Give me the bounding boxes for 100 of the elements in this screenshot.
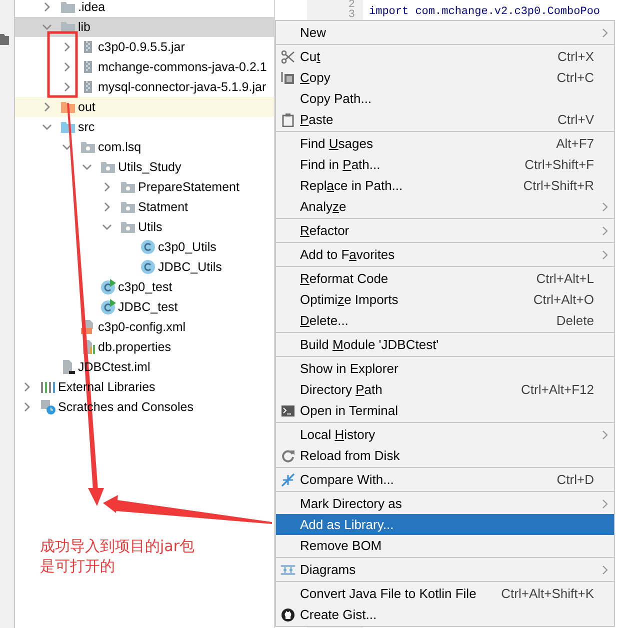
menu-item[interactable]: Convert Java File to Kotlin File Ctrl+Alt+Shift+K [276, 583, 614, 604]
tree-item[interactable]: mchange-commons-java-0.2.1 [15, 57, 274, 77]
menu-item[interactable]: Create Gist... [276, 604, 614, 625]
tree-item[interactable]: JDBC_test [15, 297, 274, 317]
tree-item[interactable]: Utils [15, 217, 274, 237]
tree-item-label: mchange-commons-java-0.2.1 [98, 59, 267, 75]
tree-item[interactable]: Statment [15, 197, 274, 217]
shortcut-label: Ctrl+Alt+Shift+K [501, 586, 594, 601]
tree-item[interactable]: c3p0-0.9.5.5.jar [15, 37, 274, 57]
menu-item[interactable]: Find in Path... Ctrl+Shift+F [276, 154, 614, 175]
menu-item[interactable]: Open in Terminal [276, 400, 614, 421]
menu-item[interactable]: Optimize Imports Ctrl+Alt+O [276, 289, 614, 310]
tree-item[interactable]: Utils_Study [15, 157, 274, 177]
menu-item[interactable]: Analyze [276, 196, 614, 217]
menu-item[interactable]: Add as Library... [276, 514, 614, 535]
tree-item-label: Utils_Study [118, 159, 182, 175]
tree-item-label: com.lsq [98, 139, 142, 155]
package-icon [120, 199, 136, 215]
tree-item-label: JDBC_Utils [158, 259, 222, 275]
annotation-frame [47, 31, 78, 98]
shortcut-label: Delete [556, 313, 594, 328]
tree-item-label: c3p0_test [118, 279, 172, 295]
menu-item[interactable]: Compare With... Ctrl+D [276, 469, 614, 490]
menu-item[interactable]: New [276, 22, 614, 43]
package-icon [100, 159, 116, 175]
chevron-right-icon[interactable] [102, 182, 112, 192]
chevron-down-icon[interactable] [42, 22, 52, 32]
chevron-right-icon[interactable] [62, 42, 72, 52]
shortcut-label: Ctrl+D [556, 472, 594, 487]
folder-icon [60, 0, 76, 15]
menu-item[interactable]: Find Usages Alt+F7 [276, 133, 614, 154]
line-number: 2 [348, 0, 355, 10]
tree-item[interactable]: c3p0_test [15, 277, 274, 297]
chevron-right-icon[interactable] [62, 82, 72, 92]
menu-item[interactable]: Add to Favorites [276, 244, 614, 265]
menu-item[interactable]: Diagrams [276, 559, 614, 580]
menu-item[interactable]: Reload from Disk [276, 445, 614, 466]
chevron-down-icon[interactable] [62, 142, 72, 152]
chevron-right-icon[interactable] [102, 202, 112, 212]
shortcut-label: Ctrl+Alt+L [536, 271, 594, 286]
tree-item-label: PrepareStatement [138, 179, 240, 195]
scissors-icon [281, 50, 295, 64]
chevron-right-icon[interactable] [22, 382, 32, 392]
menu-item[interactable]: Cut Ctrl+X [276, 46, 614, 67]
tree-item[interactable]: lib [15, 17, 274, 37]
shortcut-label: Ctrl+Alt+F12 [521, 382, 594, 397]
chevron-down-icon[interactable] [102, 222, 112, 232]
runnable-class-icon [100, 299, 116, 315]
tree-item[interactable]: c3p0_Utils [15, 237, 274, 257]
shortcut-label: Ctrl+Shift+R [523, 178, 594, 193]
scratch-icon [40, 399, 56, 415]
tree-item[interactable]: PrepareStatement [15, 177, 274, 197]
menu-item[interactable]: Refactor [276, 220, 614, 241]
chevron-down-icon[interactable] [42, 122, 52, 132]
tree-item[interactable]: JDBC_Utils [15, 257, 274, 277]
class-icon [140, 259, 156, 275]
package-icon [120, 219, 136, 235]
package-icon [120, 179, 136, 195]
tree-item-label: c3p0-config.xml [98, 319, 186, 335]
tree-item-label: Statment [138, 199, 188, 215]
tree-item[interactable]: .idea [15, 0, 274, 17]
tree-item-label: out [78, 99, 96, 115]
shortcut-label: Ctrl+Alt+O [533, 292, 594, 307]
tree-item[interactable]: out [15, 97, 274, 117]
file-icon [60, 359, 76, 375]
menu-item[interactable]: Copy Ctrl+C [276, 67, 614, 88]
tree-item[interactable]: mysql-connector-java-5.1.9.jar [15, 77, 274, 97]
line-number: 3 [348, 10, 355, 20]
clipboard-icon [281, 112, 295, 126]
menu-item[interactable]: Remove BOM [276, 535, 614, 556]
menu-item[interactable]: Reformat Code Ctrl+Alt+L [276, 268, 614, 289]
menu-item[interactable]: Paste Ctrl+V [276, 109, 614, 130]
chevron-right-icon[interactable] [62, 62, 72, 72]
tree-item[interactable]: com.lsq [15, 137, 274, 157]
shortcut-label: Alt+F7 [556, 136, 594, 151]
tree-item-label: .idea [78, 0, 106, 15]
cat-logo-icon [281, 608, 295, 622]
package-icon [80, 139, 96, 155]
menu-item[interactable]: Build Module 'JDBCtest' [276, 334, 614, 355]
menu-item[interactable]: Delete... Delete [276, 310, 614, 331]
terminal-icon [281, 404, 295, 418]
annotation-text: 成功导入到项目的jar包 [40, 536, 195, 556]
chevron-right-icon[interactable] [42, 2, 52, 12]
annotation-text: 是可打开的 [40, 556, 116, 576]
menu-item[interactable]: Show in Explorer [276, 358, 614, 379]
chevron-right-icon[interactable] [22, 402, 32, 412]
folder-icon[interactable] [0, 33, 9, 45]
menu-item[interactable]: Mark Directory as [276, 493, 614, 514]
chevron-down-icon[interactable] [82, 162, 92, 172]
shortcut-label: Ctrl+Shift+F [524, 157, 594, 172]
menu-item[interactable]: Copy Path... [276, 88, 614, 109]
menu-item[interactable]: Replace in Path... Ctrl+Shift+R [276, 175, 614, 196]
diagram-icon [281, 562, 295, 576]
menu-item[interactable]: Local History [276, 424, 614, 445]
tree-item-label: JDBC_test [118, 299, 178, 315]
copy-icon [281, 70, 295, 84]
tree-item-label: db.properties [98, 339, 171, 355]
tree-item-label: c3p0-0.9.5.5.jar [98, 39, 185, 55]
menu-item[interactable]: Directory Path Ctrl+Alt+F12 [276, 379, 614, 400]
chevron-right-icon[interactable] [42, 102, 52, 112]
